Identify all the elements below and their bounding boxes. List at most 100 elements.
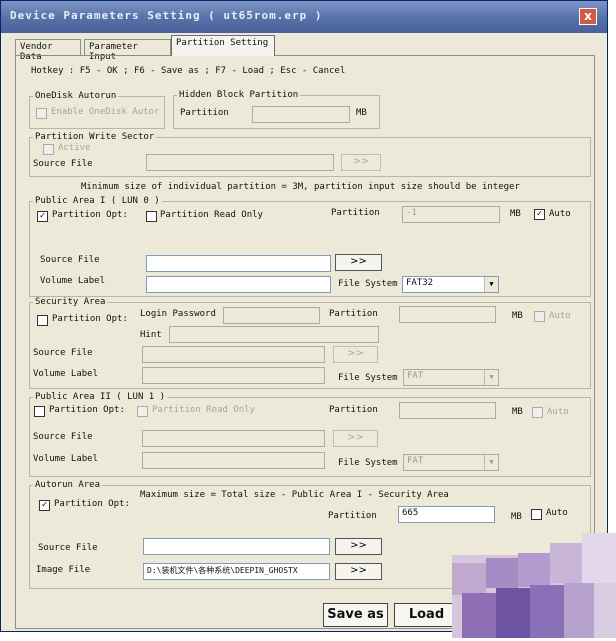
public2-auto-label: Auto: [547, 407, 569, 417]
public1-volume-label: Volume Label: [40, 276, 106, 286]
mosaic-graphic: [452, 533, 616, 638]
tab-partition-setting[interactable]: Partition Setting: [171, 35, 275, 56]
active-label: Active: [58, 143, 91, 153]
autorun-image-browse-button[interactable]: >>: [335, 563, 382, 580]
autorun-image-label: Image File: [36, 565, 91, 575]
public2-opt-label: Partition Opt:: [49, 405, 125, 415]
security-source-label: Source File: [33, 348, 93, 358]
security-browse-button[interactable]: >>: [333, 346, 378, 363]
tab-parameter-input[interactable]: Parameter Input: [84, 39, 171, 62]
public2-partition-label: Partition: [329, 405, 378, 415]
autorun-source-input[interactable]: [143, 538, 330, 555]
security-opt-checkbox[interactable]: [37, 315, 48, 326]
save-as-button[interactable]: Save as: [323, 603, 388, 627]
security-filesystem-select[interactable]: FAT ▼: [403, 369, 499, 386]
autorun-opt-checkbox[interactable]: ✓: [39, 500, 50, 511]
public1-volume-input[interactable]: [146, 276, 331, 293]
group-title: Partition Write Sector: [33, 132, 157, 142]
login-password-label: Login Password: [140, 309, 216, 319]
public2-source-input[interactable]: [142, 430, 325, 447]
public2-volume-label: Volume Label: [33, 454, 99, 464]
group-title: Public Area I ( LUN 0 ): [33, 196, 162, 206]
public2-volume-input[interactable]: [142, 452, 325, 469]
write-source-label: Source File: [33, 159, 93, 169]
autorun-auto-checkbox[interactable]: [531, 509, 542, 520]
public1-opt-label: Partition Opt:: [52, 210, 128, 220]
group-title: OneDisk Autorun: [33, 91, 119, 101]
chevron-down-icon: ▼: [484, 277, 498, 292]
security-source-input[interactable]: [142, 346, 325, 363]
security-opt-label: Partition Opt:: [52, 314, 128, 324]
public2-opt-checkbox[interactable]: [34, 406, 45, 417]
autorun-partition-input[interactable]: 665: [398, 506, 495, 523]
login-password-input[interactable]: [223, 307, 320, 324]
public1-source-input[interactable]: [146, 255, 331, 272]
public2-source-label: Source File: [33, 432, 93, 442]
chevron-down-icon: ▼: [484, 455, 498, 470]
window-title: Device Parameters Setting ( ut65rom.erp …: [10, 9, 323, 22]
public1-partition-input[interactable]: -1: [402, 206, 500, 223]
hint-label: Hint: [140, 330, 162, 340]
public1-partition-label: Partition: [331, 208, 380, 218]
public2-auto-checkbox[interactable]: [532, 407, 543, 418]
enable-onedisk-label: Enable OneDisk Autor: [51, 107, 160, 117]
close-icon: x: [584, 9, 592, 23]
public1-readonly-checkbox[interactable]: [146, 211, 157, 222]
enable-onedisk-checkbox[interactable]: [36, 108, 47, 119]
autorun-opt-label: Partition Opt:: [54, 499, 130, 509]
group-title: Autorun Area: [33, 480, 103, 490]
autorun-unit: MB: [511, 512, 522, 522]
min-size-note: Minimum size of individual partition = 3…: [81, 182, 520, 192]
autorun-image-input[interactable]: D:\装机文件\各种系统\DEEPIN_GHOSTX: [143, 563, 330, 580]
tab-label: Partition Setting: [176, 38, 269, 48]
public2-filesystem-select[interactable]: FAT ▼: [403, 454, 499, 471]
security-auto-label: Auto: [549, 311, 571, 321]
security-volume-input[interactable]: [142, 367, 325, 384]
security-filesystem-value: FAT: [407, 371, 424, 381]
public1-browse-button[interactable]: >>: [335, 254, 382, 271]
public2-unit: MB: [512, 407, 523, 417]
autorun-source-label: Source File: [38, 543, 98, 553]
security-partition-label: Partition: [329, 309, 378, 319]
group-title: Security Area: [33, 297, 108, 307]
write-source-input[interactable]: [146, 154, 334, 171]
autorun-browse-button[interactable]: >>: [335, 538, 382, 555]
public1-filesystem-value: FAT32: [406, 278, 434, 288]
public2-fs-label: File System: [338, 458, 398, 468]
group-title: Hidden Block Partition: [177, 90, 301, 100]
title-bar[interactable]: Device Parameters Setting ( ut65rom.erp …: [1, 1, 607, 33]
mosaic-overlay: [452, 533, 616, 638]
public1-auto-checkbox[interactable]: ✓: [534, 209, 545, 220]
public2-partition-input[interactable]: [399, 402, 496, 419]
public1-filesystem-select[interactable]: FAT32 ▼: [402, 276, 499, 293]
security-fs-label: File System: [338, 373, 398, 383]
autorun-auto-label: Auto: [546, 508, 568, 518]
public2-readonly-checkbox[interactable]: [137, 406, 148, 417]
public1-readonly-label: Partition Read Only: [160, 210, 263, 220]
autorun-max-note: Maximum size = Total size - Public Area …: [140, 490, 449, 500]
public2-browse-button[interactable]: >>: [333, 430, 378, 447]
public1-fs-label: File System: [338, 279, 398, 289]
hint-input[interactable]: [169, 326, 379, 343]
public1-auto-label: Auto: [549, 209, 571, 219]
tab-vendor-data[interactable]: Vendor Data: [15, 39, 81, 62]
security-auto-checkbox[interactable]: [534, 311, 545, 322]
group-title: Public Area II ( LUN 1 ): [33, 392, 168, 402]
public2-readonly-label: Partition Read Only: [152, 405, 255, 415]
hidden-partition-input[interactable]: [252, 106, 350, 123]
security-unit: MB: [512, 311, 523, 321]
public1-source-label: Source File: [40, 255, 100, 265]
security-volume-label: Volume Label: [33, 369, 99, 379]
write-sector-active-checkbox[interactable]: [43, 144, 54, 155]
security-partition-input[interactable]: [399, 306, 496, 323]
autorun-partition-label: Partition: [328, 511, 377, 521]
load-button[interactable]: Load: [394, 603, 459, 627]
public1-opt-checkbox[interactable]: ✓: [37, 211, 48, 222]
chevron-down-icon: ▼: [484, 370, 498, 385]
close-button[interactable]: x: [579, 8, 597, 25]
public1-unit: MB: [510, 209, 521, 219]
hidden-unit: MB: [356, 108, 367, 118]
hotkey-text: Hotkey : F5 - OK ; F6 - Save as ; F7 - L…: [31, 66, 346, 76]
write-browse-button[interactable]: >>: [341, 154, 381, 171]
hidden-partition-label: Partition: [180, 108, 229, 118]
